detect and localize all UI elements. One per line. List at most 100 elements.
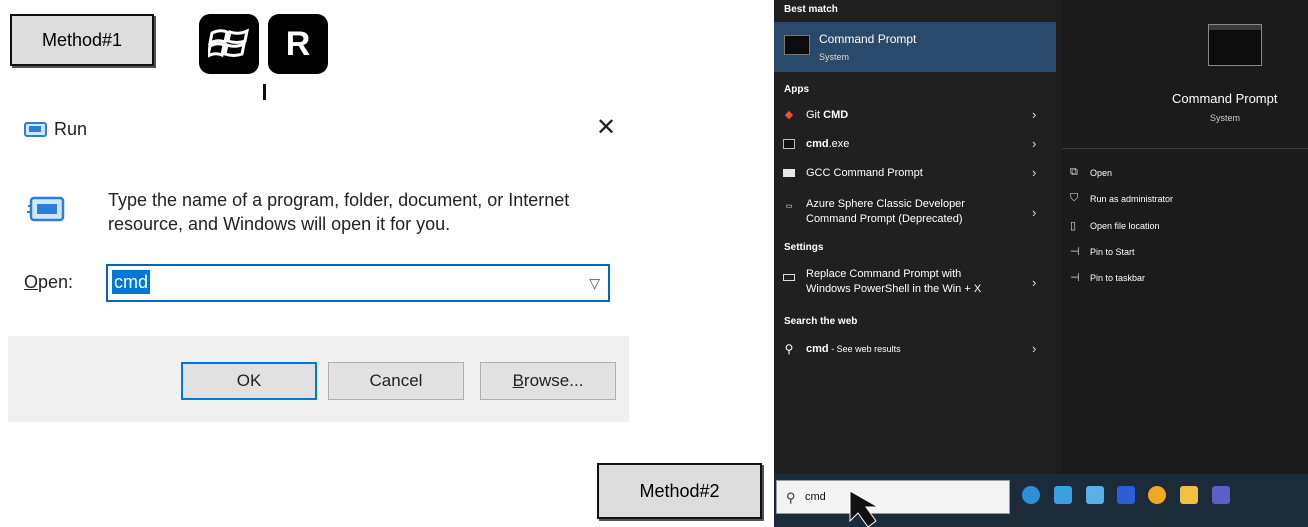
chevron-right-icon[interactable]: › <box>1032 341 1036 356</box>
app-label-bold: CMD <box>823 109 849 121</box>
pin-icon: ⊣ <box>1070 272 1080 284</box>
browse-button-label: rowse... <box>523 371 584 390</box>
app-item-azure-sphere[interactable]: ▭ Azure Sphere Classic Developer Command … <box>774 196 1056 230</box>
close-icon[interactable]: ✕ <box>596 116 616 140</box>
settings-item-label: Replace Command Prompt with Windows Power… <box>806 267 981 297</box>
method1-label: Method#1 <box>10 14 154 66</box>
pin-icon: ⊣ <box>1070 246 1080 258</box>
action-label: Pin to taskbar <box>1090 273 1146 283</box>
chevron-right-icon[interactable]: › <box>1032 107 1036 122</box>
windows-logo-icon <box>208 28 250 58</box>
search-results-list: Best match Command Prompt System Apps ◆ … <box>774 0 1056 474</box>
ok-button[interactable]: OK <box>181 362 317 400</box>
action-pin-to-start[interactable]: ⊣ Pin to Start <box>1070 243 1290 263</box>
app-item-label: cmd.exe <box>806 138 849 150</box>
app-item-label: Git CMD <box>806 109 848 121</box>
open-label-text: pen: <box>38 272 74 292</box>
settings-label-line1: Replace Command Prompt with <box>806 268 962 280</box>
action-pin-to-taskbar[interactable]: ⊣ Pin to taskbar <box>1070 269 1290 289</box>
method2-label: Method#2 <box>597 463 762 519</box>
method1-label-text: Method#1 <box>41 29 123 50</box>
open-label-accelerator: O <box>24 272 39 292</box>
settings-display-icon <box>783 274 795 281</box>
r-key-label: R <box>285 24 311 63</box>
web-search-item[interactable]: ⚲ cmd - See web results › <box>774 338 1056 362</box>
settings-label-line2: Windows PowerShell in the Win + X <box>806 283 982 295</box>
browse-button[interactable]: Browse... <box>480 362 616 400</box>
mail-icon[interactable] <box>1086 486 1104 504</box>
best-match-item[interactable]: Command Prompt System <box>774 22 1056 72</box>
run-app-icon <box>24 122 47 137</box>
action-label: Pin to Start <box>1090 247 1135 257</box>
run-program-icon <box>27 196 65 222</box>
open-label: Open: <box>24 272 73 293</box>
web-item-rest: - See web results <box>828 344 901 354</box>
preview-title: Command Prompt <box>1172 91 1278 106</box>
edge-icon[interactable] <box>1022 486 1040 504</box>
best-match-heading: Best match <box>784 4 838 15</box>
windows-search-panel: Best match Command Prompt System Apps ◆ … <box>774 0 1308 527</box>
app-label-text: .exe <box>828 138 850 150</box>
run-titlebar: Run ✕ <box>8 100 629 158</box>
windows-key-icon <box>199 14 259 74</box>
cancel-button[interactable]: Cancel <box>328 362 464 400</box>
app-item-label: Azure Sphere Classic Developer Command Pr… <box>806 197 965 227</box>
terminal-icon: ▭ <box>785 203 793 210</box>
git-icon: ◆ <box>784 109 794 121</box>
chevron-right-icon[interactable]: › <box>1032 275 1036 290</box>
preview-pane: Command Prompt System ⧉ Open ⛉ Run as admi… <box>1062 0 1308 474</box>
action-label: Open file location <box>1090 221 1160 231</box>
apps-heading: Apps <box>784 84 809 95</box>
search-web-heading: Search the web <box>784 316 858 327</box>
app-item-git-cmd[interactable]: ◆ Git CMD › <box>774 104 1056 128</box>
chevron-right-icon[interactable]: › <box>1032 136 1036 151</box>
ok-button-label: OK <box>236 371 262 390</box>
file-icon: ▯ <box>1070 220 1077 232</box>
method2-label-text: Method#2 <box>639 480 720 501</box>
teams-icon[interactable] <box>1212 486 1230 504</box>
open-input[interactable]: cmd ▽ <box>106 264 610 302</box>
app-label-line1: Azure Sphere Classic Developer <box>806 198 965 210</box>
l-app-icon[interactable] <box>1117 486 1135 504</box>
action-open-file-location[interactable]: ▯ Open file location <box>1070 217 1290 237</box>
app-label-bold: cmd <box>806 138 829 150</box>
file-explorer-icon[interactable] <box>1180 486 1198 504</box>
taskbar-search-box[interactable]: ⚲ cmd <box>776 480 1010 514</box>
search-icon: ⚲ <box>786 490 796 505</box>
preview-subtitle: System <box>1210 113 1241 123</box>
settings-item-replace-cmd[interactable]: Replace Command Prompt with Windows Power… <box>774 266 1056 300</box>
app-item-cmd-exe[interactable]: cmd.exe › <box>774 133 1056 157</box>
action-label: Open <box>1090 168 1113 178</box>
action-label: Run as administrator <box>1090 194 1174 204</box>
chrome-icon[interactable] <box>1148 486 1166 504</box>
taskbar-search-input[interactable]: cmd <box>805 491 826 503</box>
preview-divider <box>1062 148 1308 149</box>
action-run-as-admin[interactable]: ⛉ Run as administrator <box>1070 190 1290 210</box>
app-item-gcc-command-prompt[interactable]: GCC Command Prompt › <box>774 162 1056 186</box>
browse-accelerator: B <box>512 371 524 390</box>
command-prompt-large-icon <box>1208 24 1262 66</box>
web-item-label: cmd - See web results <box>806 343 901 355</box>
open-input-value[interactable]: cmd <box>112 270 151 294</box>
console-icon <box>783 139 795 149</box>
app-label-text: Git <box>806 109 824 121</box>
settings-heading: Settings <box>784 242 824 253</box>
app-item-label: GCC Command Prompt <box>806 167 923 179</box>
search-icon: ⚲ <box>784 342 794 356</box>
chevron-down-icon[interactable]: ▽ <box>589 275 600 292</box>
web-item-bold: cmd <box>806 343 829 355</box>
store-icon[interactable] <box>1054 486 1072 504</box>
run-title: Run <box>54 119 88 139</box>
open-icon: ⧉ <box>1070 166 1078 178</box>
run-description: Type the name of a program, folder, docu… <box>108 190 570 234</box>
best-match-subtitle: System <box>819 52 850 62</box>
action-open[interactable]: ⧉ Open <box>1070 164 1290 184</box>
r-key-icon: R <box>268 14 328 74</box>
chevron-right-icon[interactable]: › <box>1032 165 1036 180</box>
run-footer: OK Cancel Browse... <box>8 336 629 422</box>
command-prompt-icon <box>784 35 810 55</box>
cancel-button-label: Cancel <box>369 371 423 390</box>
app-label-line2: Command Prompt (Deprecated) <box>806 213 963 225</box>
run-dialog: Run ✕ Type the name of a program, folder… <box>8 100 629 422</box>
chevron-right-icon[interactable]: › <box>1032 205 1036 220</box>
